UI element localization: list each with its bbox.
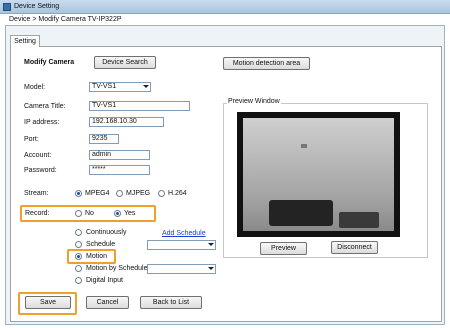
preview-window-label: Preview Window	[227, 98, 281, 105]
window-title: Device Setting	[14, 3, 60, 10]
chevron-down-icon	[208, 267, 214, 270]
password-label: Password:	[24, 167, 57, 174]
record-yes-radio[interactable]	[114, 210, 121, 217]
mode-label: Motion by Schedule	[86, 265, 148, 272]
camera-title-label: Camera Title:	[24, 103, 66, 110]
app-icon	[3, 3, 11, 11]
schedule-select[interactable]	[147, 240, 216, 250]
stream-option-label: H.264	[168, 190, 187, 197]
record-option-label: Yes	[124, 210, 136, 217]
stream-label: Stream:	[24, 190, 49, 197]
motion-detection-area-button[interactable]: Motion detection area	[223, 57, 310, 70]
model-label: Model:	[24, 84, 46, 91]
mode-motion-radio[interactable]	[75, 253, 82, 260]
mode-label: Digital Input	[86, 277, 123, 284]
record-no-radio[interactable]	[75, 210, 82, 217]
chevron-down-icon	[143, 85, 149, 88]
ip-address-label: IP address:	[24, 119, 60, 126]
account-field[interactable]: admin	[89, 150, 150, 160]
record-option-label: No	[85, 210, 94, 217]
camera-scene	[243, 118, 394, 231]
breadcrumb: Device > Modify Camera TV-IP322P	[9, 16, 122, 23]
stream-h264-radio[interactable]	[158, 190, 165, 197]
preview-button[interactable]: Preview	[260, 242, 307, 255]
device-search-button[interactable]: Device Search	[94, 56, 156, 69]
stream-option-label: MPEG4	[85, 190, 110, 197]
disconnect-button[interactable]: Disconnect	[331, 241, 378, 254]
stream-mpeg4-radio[interactable]	[75, 190, 82, 197]
record-label: Record:	[25, 210, 50, 217]
stream-option-label: MJPEG	[126, 190, 151, 197]
window-titlebar: Device Setting	[0, 0, 450, 14]
mode-label: Schedule	[86, 241, 116, 248]
add-schedule-link[interactable]: Add Schedule	[162, 230, 206, 237]
motion-schedule-select[interactable]	[147, 264, 216, 274]
camera-title-field[interactable]: TV-VS1	[89, 101, 190, 111]
cancel-button[interactable]: Cancel	[86, 296, 129, 309]
office-chair	[269, 200, 333, 226]
model-value: TV-VS1	[92, 83, 117, 90]
camera-preview-image	[237, 112, 400, 237]
mode-label: Continuously	[86, 229, 127, 236]
account-label: Account:	[24, 152, 52, 159]
save-button[interactable]: Save	[25, 296, 71, 309]
page-heading: Modify Camera	[24, 59, 75, 66]
ip-address-field[interactable]: 192.168.10.30	[89, 117, 164, 127]
password-field[interactable]: *****	[89, 165, 150, 175]
back-to-list-button[interactable]: Back to List	[140, 296, 202, 309]
tab-setting[interactable]: Setting	[10, 35, 40, 47]
mode-schedule-radio[interactable]	[75, 241, 82, 248]
mode-motion-by-schedule-radio[interactable]	[75, 265, 82, 272]
port-field[interactable]: 9235	[89, 134, 119, 144]
mode-continuously-radio[interactable]	[75, 229, 82, 236]
stream-mjpeg-radio[interactable]	[116, 190, 123, 197]
office-object	[339, 212, 379, 228]
chevron-down-icon	[208, 243, 214, 246]
model-select[interactable]: TV-VS1	[89, 82, 151, 92]
port-label: Port:	[24, 136, 39, 143]
mode-digital-input-radio[interactable]	[75, 277, 82, 284]
mode-label: Motion	[86, 253, 108, 260]
wall-fixture	[301, 144, 307, 148]
